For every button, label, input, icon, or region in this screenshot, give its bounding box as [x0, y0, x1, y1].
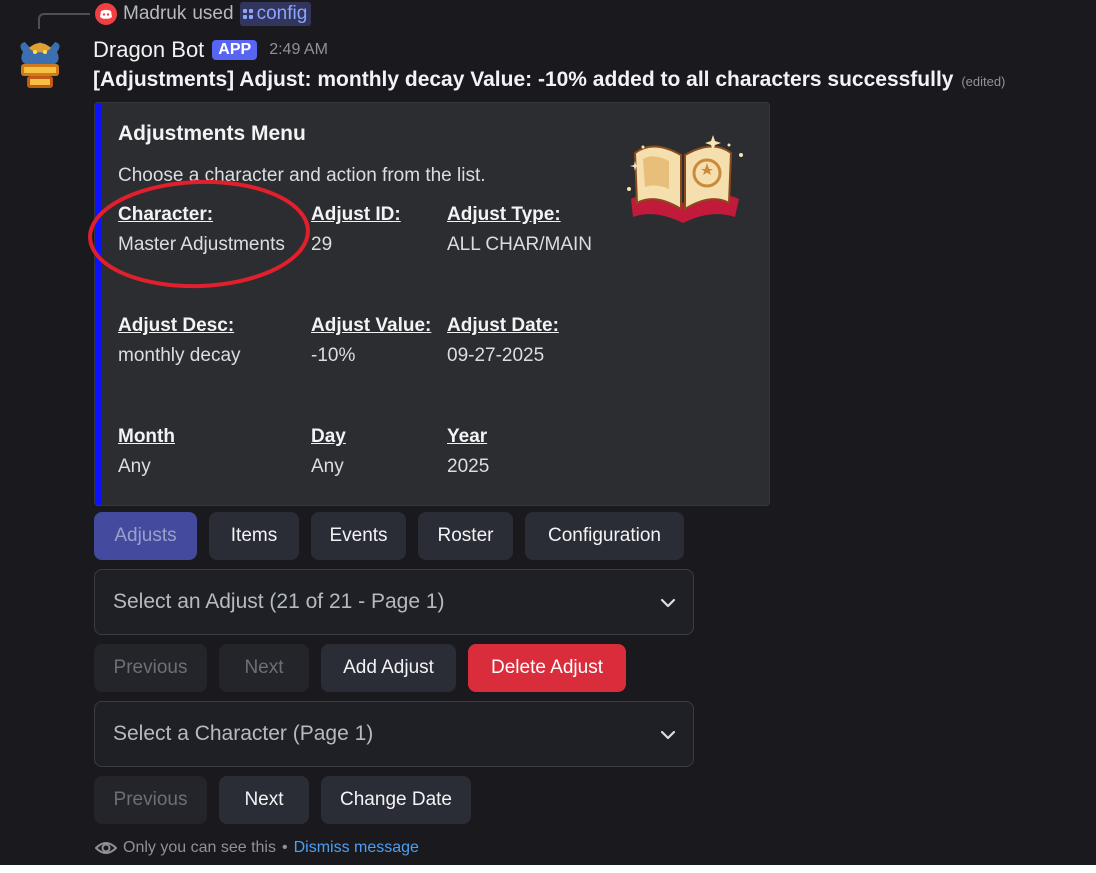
command-name: config — [256, 3, 308, 24]
field-value-day: Any — [311, 456, 344, 477]
ephemeral-notice: Only you can see this • Dismiss message — [95, 837, 419, 859]
field-value-adjust-type: ALL CHAR/MAIN — [447, 234, 592, 255]
field-name-month: Month — [118, 426, 175, 447]
adjust-previous-button[interactable]: Previous — [94, 644, 207, 692]
embed-accent-bar — [95, 103, 101, 505]
character-select-placeholder: Select a Character (Page 1) — [113, 722, 374, 745]
chevron-down-icon — [660, 598, 676, 608]
dismiss-message-link[interactable]: Dismiss message — [294, 839, 419, 857]
field-value-adjust-desc: monthly decay — [118, 345, 241, 366]
message-text: [Adjustments] Adjust: monthly decay Valu… — [93, 68, 954, 91]
field-value-adjust-id: 29 — [311, 234, 333, 255]
edited-label: (edited) — [961, 74, 1006, 89]
tab-events[interactable]: Events — [311, 512, 406, 560]
field-name-character: Character: — [118, 204, 214, 225]
delete-adjust-button[interactable]: Delete Adjust — [468, 644, 626, 692]
eye-icon — [95, 842, 117, 854]
field-value-month: Any — [118, 456, 151, 477]
message-header: Dragon Bot APP 2:49 AM — [93, 36, 328, 64]
embed-title: Adjustments Menu — [118, 122, 306, 145]
discord-icon — [95, 3, 117, 25]
character-select[interactable]: Select a Character (Page 1) — [94, 701, 694, 767]
character-next-button[interactable]: Next — [219, 776, 309, 824]
adjustments-embed: Adjustments Menu Choose a character and … — [94, 102, 770, 506]
app-badge: APP — [212, 40, 258, 60]
field-name-day: Day — [311, 426, 346, 447]
field-name-adjust-type: Adjust Type: — [447, 204, 561, 225]
character-previous-button[interactable]: Previous — [94, 776, 207, 824]
field-value-adjust-value: -10% — [311, 345, 356, 366]
adjust-select-placeholder: Select an Adjust (21 of 21 - Page 1) — [113, 590, 445, 613]
bot-avatar[interactable] — [15, 38, 65, 94]
adjust-next-button[interactable]: Next — [219, 644, 309, 692]
field-value-adjust-date: 09-27-2025 — [447, 345, 545, 366]
embed-description: Choose a character and action from the l… — [118, 165, 486, 186]
tab-configuration[interactable]: Configuration — [525, 512, 684, 560]
command-icon — [242, 9, 253, 19]
add-adjust-button[interactable]: Add Adjust — [321, 644, 456, 692]
tab-items[interactable]: Items — [209, 512, 299, 560]
adjust-select[interactable]: Select an Adjust (21 of 21 - Page 1) — [94, 569, 694, 635]
ephemeral-text: Only you can see this — [123, 839, 276, 856]
separator-dot: • — [281, 839, 288, 856]
message-timestamp[interactable]: 2:49 AM — [269, 41, 328, 59]
chevron-down-icon — [660, 730, 676, 740]
message-content: [Adjustments] Adjust: monthly decay Valu… — [93, 68, 1005, 92]
tab-roster[interactable]: Roster — [418, 512, 513, 560]
field-value-year: 2025 — [447, 456, 490, 477]
change-date-button[interactable]: Change Date — [321, 776, 471, 824]
field-name-adjust-value: Adjust Value: — [311, 315, 432, 336]
field-name-adjust-id: Adjust ID: — [311, 204, 401, 225]
reply-used-text: used — [192, 3, 234, 24]
spellbook-icon[interactable] — [623, 129, 747, 225]
window-bottom-edge — [0, 865, 1096, 873]
reply-reference[interactable]: Madruk used config — [95, 2, 312, 26]
reply-username[interactable]: Madruk — [123, 3, 186, 25]
reply-connector — [38, 13, 90, 29]
field-name-adjust-date: Adjust Date: — [447, 315, 559, 336]
field-value-character: Master Adjustments — [118, 234, 285, 255]
slash-command-pill[interactable]: config — [239, 2, 312, 26]
tab-adjusts[interactable]: Adjusts — [94, 512, 197, 560]
field-name-year: Year — [447, 426, 488, 447]
bot-name[interactable]: Dragon Bot — [93, 37, 204, 63]
field-name-adjust-desc: Adjust Desc: — [118, 315, 235, 336]
